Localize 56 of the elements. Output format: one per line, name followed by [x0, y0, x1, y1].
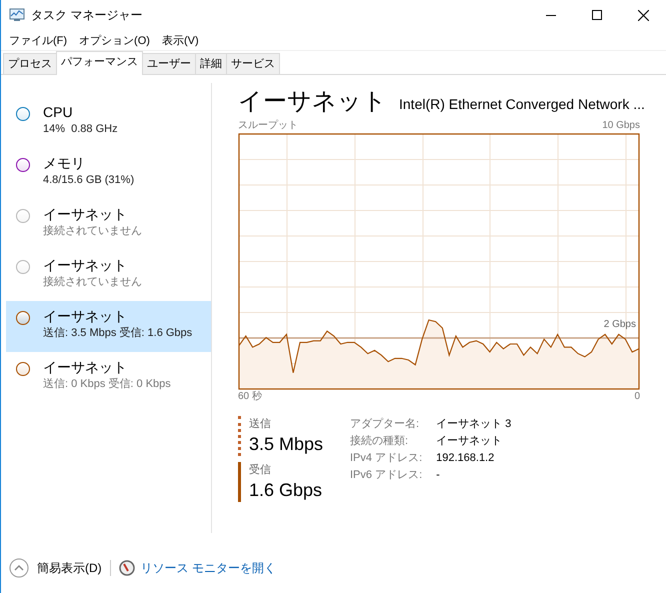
item-detail: 接続されていません [43, 224, 142, 239]
tab[interactable]: 詳細 [195, 53, 227, 74]
legend-label: 受信 [249, 462, 272, 478]
item-detail: 14% 0.88 GHz [43, 122, 118, 137]
axis-start-label: 60 秒 [238, 390, 262, 404]
tab[interactable]: パフォーマンス [56, 51, 143, 75]
item-detail: 送信: 3.5 Mbps 受信: 1.6 Gbps [43, 326, 192, 341]
tab[interactable]: ユーザー [142, 53, 196, 74]
item-name: イーサネット [43, 256, 128, 274]
graph-label: スループット [238, 119, 298, 133]
detail-label: 接続の種類: [350, 434, 410, 449]
menu-item[interactable]: オプション(O) [73, 32, 156, 48]
item-name: イーサネット [43, 307, 128, 325]
minimize-icon[interactable] [546, 14, 556, 16]
legend-value: 3.5 Mbps [249, 433, 324, 456]
detail-label: IPv4 アドレス: [350, 451, 422, 466]
resource-monitor-link[interactable]: リソース モニターを開く [140, 560, 276, 576]
sidebar-item[interactable]: イーサネット 接続されていません [6, 250, 211, 301]
item-detail: 接続されていません [43, 274, 142, 290]
menu-item[interactable]: ファイル(F) [3, 32, 74, 48]
detail-value: イーサネット [436, 434, 504, 449]
panel-title: イーサネット [238, 87, 387, 117]
sidebar-item[interactable]: CPU 14% 0.88 GHz [6, 97, 211, 148]
item-detail: 4.8/15.6 GB (31%) [43, 173, 134, 188]
detail-label: アダプター名: [350, 416, 420, 432]
item-detail: 送信: 0 Kbps 受信: 0 Kbps [43, 376, 171, 392]
menu-item[interactable]: 表示(V) [156, 32, 205, 48]
gauge-icon [118, 560, 135, 576]
axis-end-label: 0 [634, 390, 640, 404]
legend-line [238, 416, 241, 456]
chevron-up-icon [9, 558, 29, 578]
item-name: CPU [43, 103, 74, 121]
legend-label: 送信 [249, 417, 272, 432]
fewer-details-button[interactable]: 簡易表示(D) [9, 558, 102, 578]
window-title: タスク マネージャー [31, 6, 144, 24]
close-icon[interactable] [638, 10, 648, 20]
axis-max-label: 10 Gbps [602, 119, 640, 133]
sidebar-item[interactable]: イーサネット 送信: 0 Kbps 受信: 0 Kbps [6, 352, 211, 403]
tab[interactable]: サービス [226, 53, 280, 74]
detail-label: IPv6 アドレス: [350, 468, 422, 483]
sidebar-item[interactable]: イーサネット 接続されていません [6, 199, 211, 250]
tab[interactable]: プロセス [3, 53, 57, 74]
sidebar-item[interactable]: イーサネット 送信: 3.5 Mbps 受信: 1.6 Gbps [6, 301, 211, 352]
legend-value: 1.6 Gbps [249, 479, 322, 502]
app-icon [9, 8, 25, 22]
sidebar-item[interactable]: メモリ 4.8/15.6 GB (31%) [6, 148, 211, 199]
item-name: イーサネット [43, 205, 128, 223]
adapter-description: Intel(R) Ethernet Converged Network ... [399, 96, 645, 112]
maximize-icon[interactable] [592, 10, 602, 20]
reference-line-label: 2 Gbps [604, 319, 636, 330]
detail-value: 192.168.1.2 [436, 451, 496, 466]
item-name: メモリ [43, 154, 86, 172]
detail-value: イーサネット 3 [436, 417, 512, 432]
detail-value: - [436, 468, 441, 483]
legend-line [238, 462, 241, 502]
item-name: イーサネット [43, 358, 128, 376]
